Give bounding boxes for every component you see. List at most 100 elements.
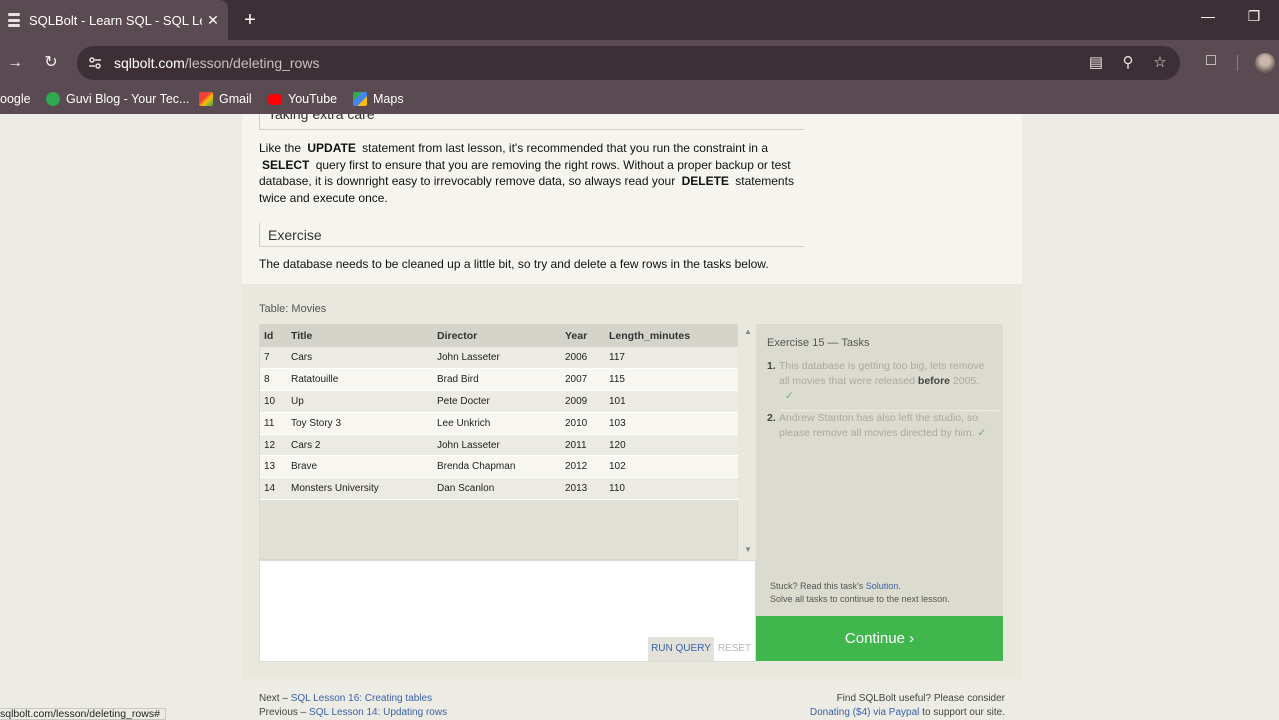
bookmark-gmail[interactable]: Gmail xyxy=(199,92,252,106)
lesson-navigation: Next – SQL Lesson 16: Creating tables Pr… xyxy=(259,692,447,720)
tasks-title: Exercise 15 — Tasks xyxy=(767,337,870,349)
cell-id: 7 xyxy=(260,347,287,370)
column-header-length: Length_minutes xyxy=(605,325,738,347)
cell-director: John Lasseter xyxy=(433,347,561,370)
cell-id: 14 xyxy=(260,477,287,501)
tab-title: SQLBolt - Learn SQL - SQL Lesson 15: Del… xyxy=(29,12,202,28)
cell-title: Cars 2 xyxy=(287,434,433,457)
cell-title: Ratatouille xyxy=(287,368,433,392)
results-table: Id Title Director Year Length_minutes 7 … xyxy=(260,325,738,501)
lesson-content: Taking extra care Like the UPDATE statem… xyxy=(242,114,1022,284)
results-table-panel[interactable]: Id Title Director Year Length_minutes 7 … xyxy=(259,324,752,560)
cell-year: 2007 xyxy=(561,368,605,392)
cell-year: 2009 xyxy=(561,390,605,413)
new-tab-button[interactable]: + xyxy=(240,9,260,31)
reload-icon[interactable]: ↻ xyxy=(40,52,62,74)
url-path: /lesson/deleting_rows xyxy=(184,55,320,71)
url-text[interactable]: sqlbolt.com/lesson/deleting_rows xyxy=(114,55,319,71)
stuck-instructions: Solve all tasks to continue to the next … xyxy=(770,594,950,604)
cell-director: Dan Scanlon xyxy=(433,477,561,501)
site-info-icon[interactable] xyxy=(87,55,103,71)
task-number: 1. xyxy=(767,360,776,372)
cell-length: 120 xyxy=(605,434,738,457)
cell-id: 13 xyxy=(260,455,287,479)
cell-director: Brenda Chapman xyxy=(433,455,561,479)
previous-lesson-link[interactable]: SQL Lesson 14: Updating rows xyxy=(309,707,447,718)
table-header-row: Id Title Director Year Length_minutes xyxy=(260,325,738,347)
prev-prefix: Previous – xyxy=(259,707,307,718)
task-number: 2. xyxy=(767,412,776,424)
extensions-icon[interactable]: □ xyxy=(1200,52,1222,70)
address-bar[interactable]: sqlbolt.com/lesson/deleting_rows ▤ ⚲ ☆ xyxy=(77,46,1180,80)
scroll-down-arrow-icon[interactable]: ▼ xyxy=(742,545,754,554)
sqlbolt-favicon-icon xyxy=(8,13,20,27)
forward-arrow-icon[interactable]: → xyxy=(4,52,26,74)
section-heading-taking-care: Taking extra care xyxy=(259,114,804,130)
table-row: 12 Cars 2 John Lasseter 2011 120 xyxy=(260,434,738,457)
youtube-icon xyxy=(268,93,282,105)
cell-id: 11 xyxy=(260,412,287,435)
column-header-director: Director xyxy=(433,325,561,347)
cell-length: 117 xyxy=(605,347,738,370)
column-header-year: Year xyxy=(561,325,605,347)
cell-year: 2010 xyxy=(561,412,605,435)
translate-icon[interactable]: ▤ xyxy=(1087,54,1105,72)
stuck-text: Stuck? Read this task's xyxy=(770,581,864,591)
continue-button[interactable]: Continue › xyxy=(756,616,1003,661)
task-item-1: 1. This database is getting too big, let… xyxy=(767,359,989,404)
cell-id: 12 xyxy=(260,434,287,457)
run-query-button[interactable]: RUN QUERY xyxy=(648,637,714,661)
donate-link[interactable]: Donating ($4) via Paypal xyxy=(810,707,920,718)
url-host: sqlbolt.com xyxy=(114,55,185,71)
cell-director: Brad Bird xyxy=(433,368,561,392)
bookmark-guvi[interactable]: Guvi Blog - Your Tec... xyxy=(46,92,189,106)
tasks-panel: Exercise 15 — Tasks 1. This database is … xyxy=(756,324,1003,616)
profile-avatar[interactable] xyxy=(1255,53,1275,73)
cell-length: 103 xyxy=(605,412,738,435)
gmail-icon xyxy=(199,92,213,106)
bookmark-star-icon[interactable]: ☆ xyxy=(1151,54,1169,72)
bookmark-google[interactable]: oogle xyxy=(0,92,31,106)
zoom-icon[interactable]: ⚲ xyxy=(1119,54,1137,72)
status-bar-url: sqlbolt.com/lesson/deleting_rows# xyxy=(0,708,166,720)
minimize-icon[interactable]: — xyxy=(1193,8,1223,24)
cell-director: John Lasseter xyxy=(433,434,561,457)
tab-close-icon[interactable]: ✕ xyxy=(202,12,224,29)
donation-tail: to support our site. xyxy=(922,707,1005,718)
bookmark-label: YouTube xyxy=(288,92,338,106)
table-row: 8 Ratatouille Brad Bird 2007 115 xyxy=(260,368,738,392)
task-text: Andrew Stanton has also left the studio,… xyxy=(767,411,989,441)
column-header-title: Title xyxy=(287,325,433,347)
reset-button[interactable]: RESET xyxy=(717,637,752,661)
toolbar-divider xyxy=(1237,55,1238,71)
para-text: Like the xyxy=(259,141,302,155)
browser-toolbar: → ↻ sqlbolt.com/lesson/deleting_rows ▤ ⚲… xyxy=(0,40,1279,86)
cell-director: Pete Docter xyxy=(433,390,561,413)
para-text: statement from last lesson, it's recomme… xyxy=(362,141,768,155)
maps-icon xyxy=(353,92,367,106)
table-row: 10 Up Pete Docter 2009 101 xyxy=(260,390,738,413)
solution-link[interactable]: Solution xyxy=(866,581,899,591)
cell-id: 8 xyxy=(260,368,287,392)
cell-year: 2013 xyxy=(561,477,605,501)
cell-director: Lee Unkrich xyxy=(433,412,561,435)
browser-tab-active[interactable]: SQLBolt - Learn SQL - SQL Lesson 15: Del… xyxy=(0,0,228,40)
next-lesson-link[interactable]: SQL Lesson 16: Creating tables xyxy=(291,693,432,704)
donation-note: Find SQLBolt useful? Please consider Don… xyxy=(760,692,1005,720)
task-emphasis: before xyxy=(917,375,950,387)
donation-text: Find SQLBolt useful? Please consider xyxy=(836,693,1005,704)
lesson-paragraph: Like the UPDATE statement from last less… xyxy=(259,140,804,206)
bookmarks-bar: oogle Guvi Blog - Your Tec... Gmail YouT… xyxy=(0,86,1279,114)
exercise-widget: Table: Movies Id Title Director Year Len… xyxy=(242,284,1022,679)
cell-year: 2012 xyxy=(561,455,605,479)
restore-window-icon[interactable]: ❐ xyxy=(1239,8,1269,25)
table-row: 11 Toy Story 3 Lee Unkrich 2010 103 xyxy=(260,412,738,435)
bookmark-youtube[interactable]: YouTube xyxy=(268,92,337,106)
table-row: 14 Monsters University Dan Scanlon 2013 … xyxy=(260,477,738,501)
task-complete-check-icon: ✓ xyxy=(977,427,987,439)
bookmark-maps[interactable]: Maps xyxy=(353,92,404,106)
cell-length: 101 xyxy=(605,390,738,413)
scroll-up-arrow-icon[interactable]: ▲ xyxy=(742,327,754,336)
cell-title: Up xyxy=(287,390,433,413)
cell-id: 10 xyxy=(260,390,287,413)
